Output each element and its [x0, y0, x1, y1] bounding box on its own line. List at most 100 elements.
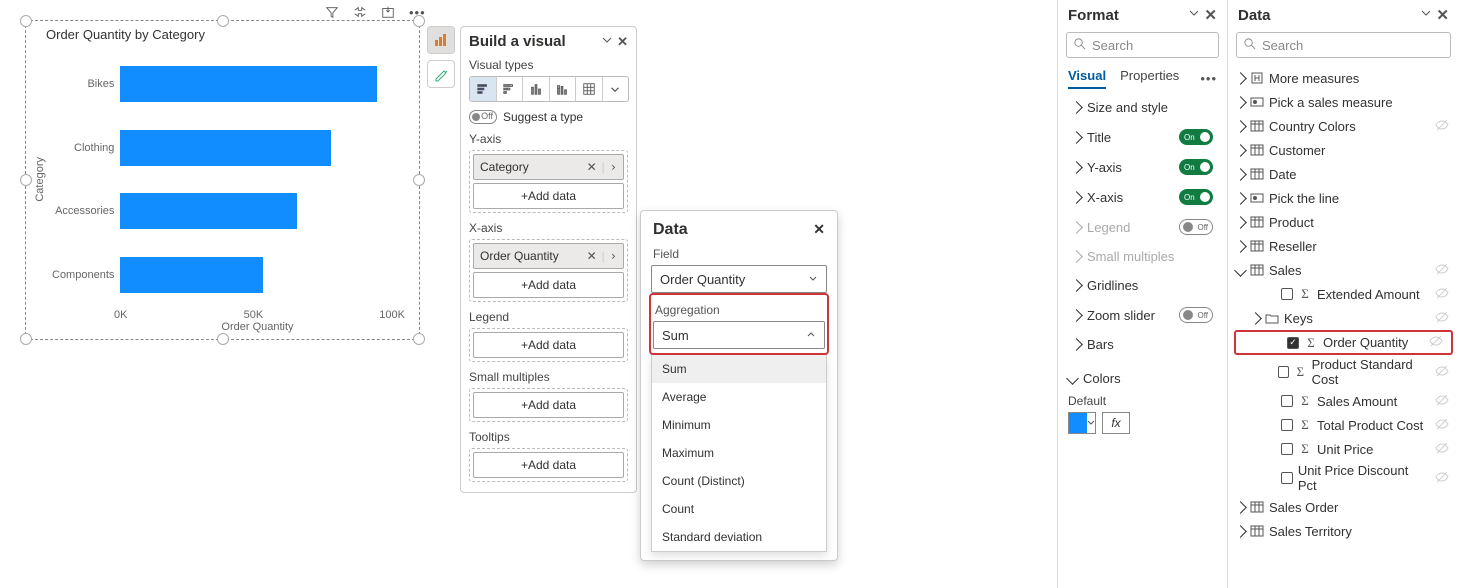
vt-table[interactable] — [576, 77, 603, 101]
format-row[interactable]: Small multiples — [1062, 242, 1223, 271]
close-icon[interactable]: ✕ — [1204, 6, 1217, 24]
chevron-right-icon[interactable]: › — [610, 160, 617, 174]
format-row[interactable]: Size and style — [1062, 93, 1223, 122]
checkbox[interactable] — [1281, 419, 1293, 431]
tree-row[interactable]: More measures — [1230, 66, 1457, 90]
hidden-icon[interactable] — [1435, 310, 1449, 327]
bar[interactable] — [120, 257, 262, 293]
tree-row[interactable]: Customer — [1230, 138, 1457, 162]
report-canvas[interactable]: ••• Order Quantity by Category Category … — [0, 0, 1057, 588]
field-select[interactable]: Order Quantity — [651, 265, 827, 293]
checkbox[interactable] — [1281, 395, 1293, 407]
vt-column[interactable] — [523, 77, 550, 101]
tree-row[interactable]: ΣUnit Price — [1230, 437, 1457, 461]
more-icon[interactable]: ••• — [1200, 71, 1217, 86]
remove-icon[interactable]: ✕ — [587, 160, 597, 174]
tab-visual[interactable]: Visual — [1068, 68, 1106, 89]
aggregation-option[interactable]: Count — [652, 495, 826, 523]
tree-row[interactable]: Date — [1230, 162, 1457, 186]
resize-handle[interactable] — [217, 333, 229, 345]
chevron-right-icon[interactable] — [1234, 240, 1247, 253]
chevron-down-icon[interactable] — [1234, 264, 1247, 277]
aggregation-option[interactable]: Sum — [652, 355, 826, 383]
chevron-down-icon[interactable] — [1066, 372, 1079, 385]
chevron-right-icon[interactable] — [1234, 72, 1247, 85]
resize-handle[interactable] — [217, 15, 229, 27]
format-row[interactable]: X-axisOn — [1062, 182, 1223, 212]
hidden-icon[interactable] — [1429, 334, 1443, 351]
chevron-down-icon[interactable] — [1188, 6, 1200, 24]
checkbox[interactable] — [1281, 443, 1293, 455]
well-tt-add[interactable]: +Add data — [473, 452, 624, 478]
tree-row[interactable]: Sales — [1230, 258, 1457, 282]
tree-row[interactable]: Country Colors — [1230, 114, 1457, 138]
resize-handle[interactable] — [413, 174, 425, 186]
chevron-right-icon[interactable] — [1234, 120, 1247, 133]
well-sm-add[interactable]: +Add data — [473, 392, 624, 418]
format-row[interactable]: Zoom sliderOff — [1062, 300, 1223, 330]
resize-handle[interactable] — [20, 15, 32, 27]
well-legend-add[interactable]: +Add data — [473, 332, 624, 358]
resize-handle[interactable] — [20, 333, 32, 345]
chevron-down-icon[interactable] — [1420, 6, 1432, 24]
toggle[interactable]: On — [1179, 159, 1213, 175]
hidden-icon[interactable] — [1435, 364, 1449, 381]
format-row[interactable]: LegendOff — [1062, 212, 1223, 242]
well-y-add[interactable]: +Add data — [473, 183, 624, 209]
aggregation-option[interactable]: Minimum — [652, 411, 826, 439]
tree-row[interactable]: Reseller — [1230, 234, 1457, 258]
format-row[interactable]: Gridlines — [1062, 271, 1223, 300]
tree-row[interactable]: ΣProduct Standard Cost — [1230, 355, 1457, 389]
suggest-toggle[interactable]: Off — [469, 110, 497, 124]
color-swatch[interactable] — [1068, 412, 1096, 434]
chevron-right-icon[interactable] — [1249, 312, 1262, 325]
chevron-right-icon[interactable] — [1234, 192, 1247, 205]
aggregation-option[interactable]: Standard deviation — [652, 523, 826, 551]
aggregation-select[interactable]: Sum — [653, 321, 825, 349]
hidden-icon[interactable] — [1435, 393, 1449, 410]
build-visual-button[interactable] — [427, 26, 455, 54]
chevron-right-icon[interactable] — [1234, 525, 1247, 538]
toggle[interactable]: On — [1179, 189, 1213, 205]
checkbox[interactable] — [1287, 337, 1299, 349]
tree-row[interactable]: Pick a sales measure — [1230, 90, 1457, 114]
well-x-field[interactable]: Order Quantity ✕|› — [473, 243, 624, 269]
chevron-right-icon[interactable] — [1234, 501, 1247, 514]
close-icon[interactable]: ✕ — [813, 221, 825, 239]
format-row[interactable]: Y-axisOn — [1062, 152, 1223, 182]
well-x-add[interactable]: +Add data — [473, 272, 624, 298]
hidden-icon[interactable] — [1435, 470, 1449, 487]
tree-row[interactable]: Keys — [1230, 306, 1457, 330]
visual-selection[interactable]: Order Quantity by Category Category Bike… — [25, 20, 420, 340]
toggle[interactable]: Off — [1179, 307, 1213, 323]
bar[interactable] — [120, 130, 331, 166]
aggregation-option[interactable]: Average — [652, 383, 826, 411]
hidden-icon[interactable] — [1435, 262, 1449, 279]
tree-row[interactable]: Pick the line — [1230, 186, 1457, 210]
well-y-field[interactable]: Category ✕|› — [473, 154, 624, 180]
vt-more[interactable] — [603, 77, 629, 101]
checkbox[interactable] — [1281, 288, 1293, 300]
resize-handle[interactable] — [20, 174, 32, 186]
bar[interactable] — [120, 66, 376, 102]
checkbox[interactable] — [1281, 472, 1293, 484]
tree-row[interactable]: Unit Price Discount Pct — [1230, 461, 1457, 495]
aggregation-option[interactable]: Count (Distinct) — [652, 467, 826, 495]
tree-row[interactable]: Sales Order — [1230, 495, 1457, 519]
tree-row[interactable]: ΣOrder Quantity — [1234, 330, 1453, 355]
tab-properties[interactable]: Properties — [1120, 68, 1179, 89]
chevron-right-icon[interactable] — [1234, 168, 1247, 181]
tree-row[interactable]: ΣSales Amount — [1230, 389, 1457, 413]
remove-icon[interactable]: ✕ — [587, 249, 597, 263]
format-visual-button[interactable] — [427, 60, 455, 88]
tree-row[interactable]: Product — [1230, 210, 1457, 234]
resize-handle[interactable] — [413, 333, 425, 345]
resize-handle[interactable] — [413, 15, 425, 27]
hidden-icon[interactable] — [1435, 118, 1449, 135]
tree-row[interactable]: ΣTotal Product Cost — [1230, 413, 1457, 437]
toggle[interactable]: Off — [1179, 219, 1213, 235]
close-icon[interactable]: ✕ — [1436, 6, 1449, 24]
checkbox[interactable] — [1278, 366, 1289, 378]
vt-bar-horizontal[interactable] — [470, 77, 497, 101]
toggle[interactable]: On — [1179, 129, 1213, 145]
